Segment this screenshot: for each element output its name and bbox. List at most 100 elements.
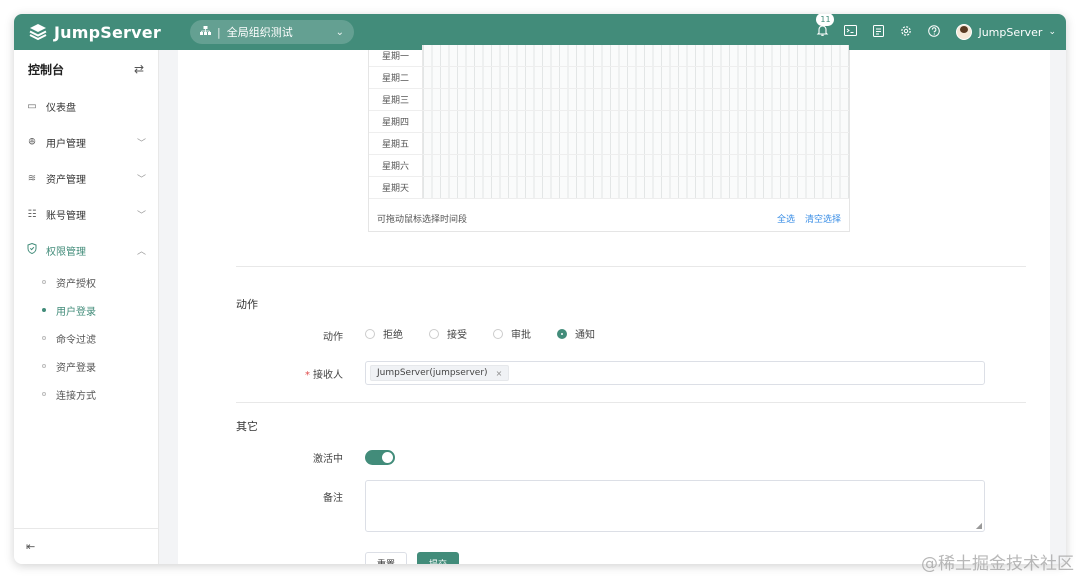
sidebar-item-accounts[interactable]: ☷ 账号管理 ﹀ [14, 196, 158, 232]
bell-icon [816, 24, 829, 40]
settings-button[interactable] [892, 20, 920, 44]
week-row[interactable]: 星期五 [369, 133, 849, 155]
week-row[interactable]: 星期三 [369, 89, 849, 111]
sidebar-subitem-asset-login[interactable]: 资产登录 [14, 352, 158, 380]
radio-circle [365, 328, 375, 339]
sidebar-header: 控制台 ⇄ [14, 50, 158, 88]
section-title-action: 动作 [236, 298, 258, 311]
time-slot-grid[interactable] [423, 155, 849, 177]
day-label: 星期一 [369, 45, 423, 67]
day-label: 星期天 [369, 177, 423, 199]
logo-text: JumpServer [54, 22, 161, 42]
sidebar-item-permissions[interactable]: 权限管理 ︿ [14, 232, 158, 268]
notification-badge: 11 [816, 14, 835, 26]
section-divider [236, 402, 1026, 403]
sidebar-item-label: 权限管理 [46, 246, 86, 258]
time-slot-grid[interactable] [423, 45, 849, 67]
tickets-button[interactable] [864, 20, 892, 44]
radio-circle [493, 328, 503, 339]
avatar [956, 24, 973, 40]
radio-accept[interactable]: 接受 [429, 326, 467, 341]
web-terminal-button[interactable] [836, 20, 864, 44]
logo[interactable]: JumpServer [28, 22, 178, 42]
receiver-select[interactable]: JumpServer(jumpserver) × [365, 361, 985, 385]
sidebar-item-dashboard[interactable]: ▭ 仪表盘 [14, 88, 158, 124]
top-toolbar: 11 JumpServer ⌄ [808, 14, 1056, 44]
sidebar-item-assets[interactable]: ≋ 资产管理 ﹀ [14, 160, 158, 196]
bullet-icon [42, 364, 46, 368]
tag-close-icon[interactable]: × [496, 369, 503, 378]
day-label: 星期四 [369, 111, 423, 133]
comment-label: 备注 [323, 493, 343, 504]
accounts-icon: ☷ [27, 208, 37, 220]
sidebar-subitem-command-filter[interactable]: 命令过滤 [14, 324, 158, 352]
sidebar-subitem-label: 资产授权 [56, 278, 96, 290]
chevron-down-icon: ﹀ [136, 174, 146, 185]
action-radio-group: 拒绝 接受 审批 通知 [365, 326, 595, 341]
sidebar-subitem-label: 命令过滤 [56, 334, 96, 346]
sidebar-subitem-label: 连接方式 [56, 390, 96, 402]
shield-icon [26, 242, 38, 257]
section-title-other: 其它 [236, 420, 258, 433]
radio-label: 拒绝 [383, 330, 403, 341]
help-button[interactable] [920, 20, 948, 44]
users-icon: ꔮ [28, 136, 36, 148]
reset-button[interactable]: 重置 [365, 552, 407, 564]
active-toggle[interactable] [365, 450, 395, 465]
user-name: JumpServer [978, 25, 1043, 39]
select-all-link[interactable]: 全选 [777, 212, 795, 225]
notification-button[interactable]: 11 [808, 14, 836, 44]
active-label: 激活中 [313, 454, 343, 465]
receiver-tag: JumpServer(jumpserver) × [370, 365, 510, 381]
action-label: 动作 [323, 332, 343, 343]
org-separator: | [217, 25, 221, 39]
sidebar-subitem-connect-method[interactable]: 连接方式 [14, 380, 158, 408]
watermark: @稀土掘金技术社区 [921, 554, 1074, 574]
terminal-icon [843, 25, 857, 39]
time-slot-grid[interactable] [423, 177, 849, 199]
sidebar-item-users[interactable]: ꔮ 用户管理 ﹀ [14, 124, 158, 160]
time-period-selector[interactable]: 星期一 星期二 星期三 星期四 星期五 星期六 星期天 可拖动鼠标选择时间段 全… [368, 45, 850, 232]
gear-icon [900, 25, 912, 40]
week-row[interactable]: 星期四 [369, 111, 849, 133]
week-row[interactable]: 星期六 [369, 155, 849, 177]
org-name: 全局组织测试 [226, 26, 293, 39]
bullet-icon [42, 280, 46, 284]
clear-selection-link[interactable]: 清空选择 [805, 212, 841, 225]
chevron-down-icon: ﹀ [136, 210, 146, 221]
sidebar-collapse-button[interactable]: ⇤ [14, 528, 159, 564]
clipboard-icon [872, 24, 884, 40]
chevron-down-icon: ⌄ [335, 26, 344, 38]
day-label: 星期三 [369, 89, 423, 111]
sidebar-subitem-asset-permission[interactable]: 资产授权 [14, 268, 158, 296]
submit-button[interactable]: 提交 [417, 552, 459, 564]
section-divider [236, 266, 1026, 267]
radio-label: 审批 [511, 330, 531, 341]
week-row[interactable]: 星期一 [369, 45, 849, 67]
radio-label: 通知 [575, 330, 595, 341]
jumpserver-logo-icon [28, 22, 48, 42]
switch-view-icon[interactable]: ⇄ [134, 62, 144, 76]
sidebar: 控制台 ⇄ ▭ 仪表盘 ꔮ 用户管理 ﹀ ≋ 资产管理 ﹀ ☷ 账号管理 ﹀ 权… [14, 50, 159, 564]
user-menu[interactable]: JumpServer ⌄ [956, 24, 1056, 40]
sidebar-subitem-user-login[interactable]: 用户登录 [14, 296, 158, 324]
chevron-down-icon: ﹀ [136, 138, 146, 149]
time-slot-grid[interactable] [423, 133, 849, 155]
radio-circle [429, 328, 439, 339]
time-slot-grid[interactable] [423, 67, 849, 89]
sidebar-item-label: 账号管理 [46, 210, 86, 222]
radio-review[interactable]: 审批 [493, 326, 531, 341]
radio-reject[interactable]: 拒绝 [365, 326, 403, 341]
time-slot-grid[interactable] [423, 111, 849, 133]
radio-notify[interactable]: 通知 [557, 326, 595, 341]
week-row[interactable]: 星期天 [369, 177, 849, 199]
drag-hint: 可拖动鼠标选择时间段 [377, 214, 468, 225]
org-selector[interactable]: | 全局组织测试 ⌄ [190, 20, 354, 44]
sidebar-subitem-label: 用户登录 [56, 306, 96, 318]
resize-grip-icon[interactable]: ◢ [976, 521, 982, 530]
comment-textarea[interactable]: ◢ [365, 480, 985, 532]
week-row[interactable]: 星期二 [369, 67, 849, 89]
bullet-icon [42, 336, 46, 340]
sidebar-item-label: 资产管理 [46, 174, 86, 186]
time-slot-grid[interactable] [423, 89, 849, 111]
